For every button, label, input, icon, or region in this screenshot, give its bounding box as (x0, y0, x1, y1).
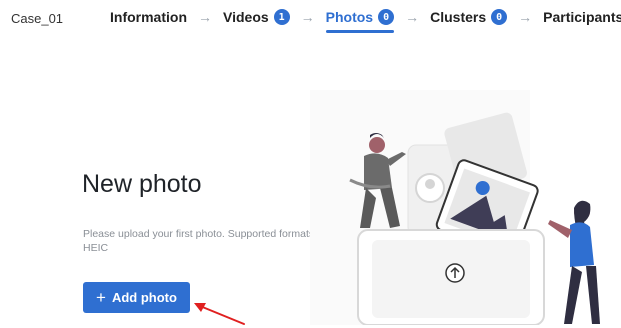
arrow-right-icon: → (518, 9, 533, 25)
arrow-right-icon: → (405, 9, 420, 25)
stepper: Information → Videos 1 → Photos 0 → Clus… (110, 9, 621, 33)
step-clusters[interactable]: Clusters 0 (430, 9, 508, 25)
count-badge: 0 (378, 9, 395, 25)
annotation-arrow-icon (194, 303, 245, 325)
step-label: Participants (543, 9, 621, 25)
arrow-right-icon: → (300, 9, 315, 25)
arrow-right-icon: → (198, 9, 212, 25)
page-title: New photo (82, 170, 202, 198)
top-bar: Case_01 Information → Videos 1 → Photos … (0, 0, 621, 40)
plus-icon: + (96, 288, 106, 307)
step-label: Videos (223, 9, 269, 25)
upload-illustration-icon (310, 90, 600, 325)
step-label: Information (110, 9, 187, 25)
count-badge: 1 (273, 9, 290, 25)
add-photo-button[interactable]: + Add photo (83, 282, 190, 313)
step-label: Photos (325, 9, 374, 25)
step-information[interactable]: Information (110, 9, 187, 25)
step-label: Clusters (430, 9, 487, 25)
add-photo-label: Add photo (111, 290, 177, 305)
step-photos[interactable]: Photos 0 (325, 9, 395, 33)
case-name: Case_01 (11, 11, 64, 26)
step-participants[interactable]: Participants 0 (543, 9, 621, 25)
step-videos[interactable]: Videos 1 (223, 9, 290, 25)
count-badge: 0 (491, 9, 508, 25)
